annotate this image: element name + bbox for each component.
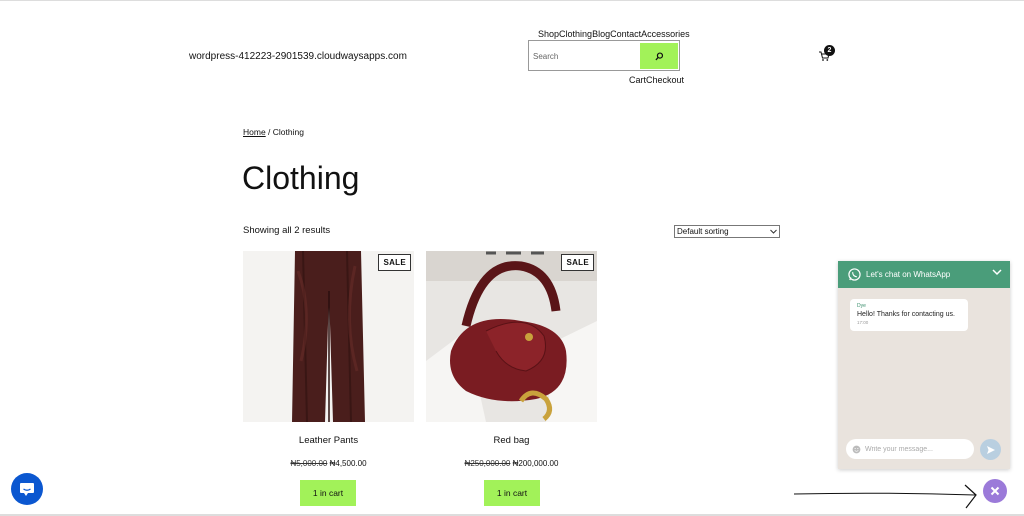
message-sender: Dye [857,303,866,309]
emoji-icon[interactable] [852,445,861,454]
breadcrumb-separator: / [265,127,273,137]
whatsapp-message-bubble: Dye Hello! Thanks for contacting us. 17:… [850,299,968,331]
top-border [0,0,1024,1]
product-sale-price: ₦4,500.00 [329,459,367,468]
nav-item-shop[interactable]: Shop [538,29,559,39]
message-time: 17:00 [857,320,869,325]
site-title[interactable]: wordpress-412223-2901539.cloudwaysapps.c… [189,51,407,62]
search-icon [654,51,663,60]
live-chat-button[interactable] [11,473,43,505]
whatsapp-chat-panel: Let's chat on WhatsApp Dye Hello! Thanks… [838,261,1010,469]
product-name[interactable]: Leather Pants [243,435,414,446]
product-old-price: ₦250,000.00 [464,459,511,468]
close-chat-button[interactable] [983,479,1007,503]
product-old-price: ₦5,000.00 [290,459,328,468]
nav-item-cart[interactable]: Cart [629,75,646,85]
whatsapp-title: Let's chat on WhatsApp [866,270,951,279]
chat-icon [20,482,34,496]
breadcrumb: Home / Clothing [243,127,304,137]
whatsapp-message-input[interactable] [865,445,965,453]
whatsapp-icon [848,268,861,281]
send-icon [986,445,995,454]
product-name[interactable]: Red bag [426,435,597,446]
result-count: Showing all 2 results [243,225,331,236]
nav-item-accessories[interactable]: Accessories [641,29,690,39]
cart-count-badge: 2 [824,45,835,56]
product-image-leather-pants[interactable]: SALE [243,251,414,422]
sorting-selected-value: Default sorting [677,227,729,236]
search-input[interactable] [533,48,637,64]
whatsapp-message-field [846,439,974,459]
breadcrumb-current: Clothing [272,127,304,137]
nav-item-blog[interactable]: Blog [592,29,610,39]
arrow-annotation [793,484,977,509]
in-cart-button[interactable]: 1 in cart [300,480,356,506]
close-icon [990,486,1000,496]
chevron-down-icon[interactable] [992,268,1002,276]
nav-item-contact[interactable]: Contact [610,29,641,39]
message-text: Hello! Thanks for contacting us. [857,311,955,318]
red-bag-image [426,251,597,422]
send-button[interactable] [980,439,1001,460]
secondary-nav: Cart Checkout [629,75,684,85]
breadcrumb-home-link[interactable]: Home [243,127,266,137]
search-form [528,40,680,71]
product-card: SALE Leather Pants ₦5,000.00 ₦4,500.00 1… [243,251,414,506]
search-button[interactable] [640,43,678,69]
product-price: ₦250,000.00 ₦200,000.00 [426,459,597,468]
nav-item-clothing[interactable]: Clothing [559,29,592,39]
sale-badge: SALE [378,254,411,271]
sorting-select[interactable]: Default sorting [674,225,780,238]
sale-badge: SALE [561,254,594,271]
product-card: SALE Red bag ₦250,000.00 ₦200,000.00 1 i… [426,251,597,506]
leather-pants-image [243,251,414,422]
product-sale-price: ₦200,000.00 [512,459,559,468]
nav-item-checkout[interactable]: Checkout [646,75,684,85]
primary-nav: Shop Clothing Blog Contact Accessories [538,29,690,39]
in-cart-button[interactable]: 1 in cart [484,480,540,506]
product-price: ₦5,000.00 ₦4,500.00 [243,459,414,468]
whatsapp-header[interactable]: Let's chat on WhatsApp [838,261,1010,288]
page-title: Clothing [242,160,360,196]
product-image-red-bag[interactable]: SALE [426,251,597,422]
chevron-down-icon [770,229,777,234]
